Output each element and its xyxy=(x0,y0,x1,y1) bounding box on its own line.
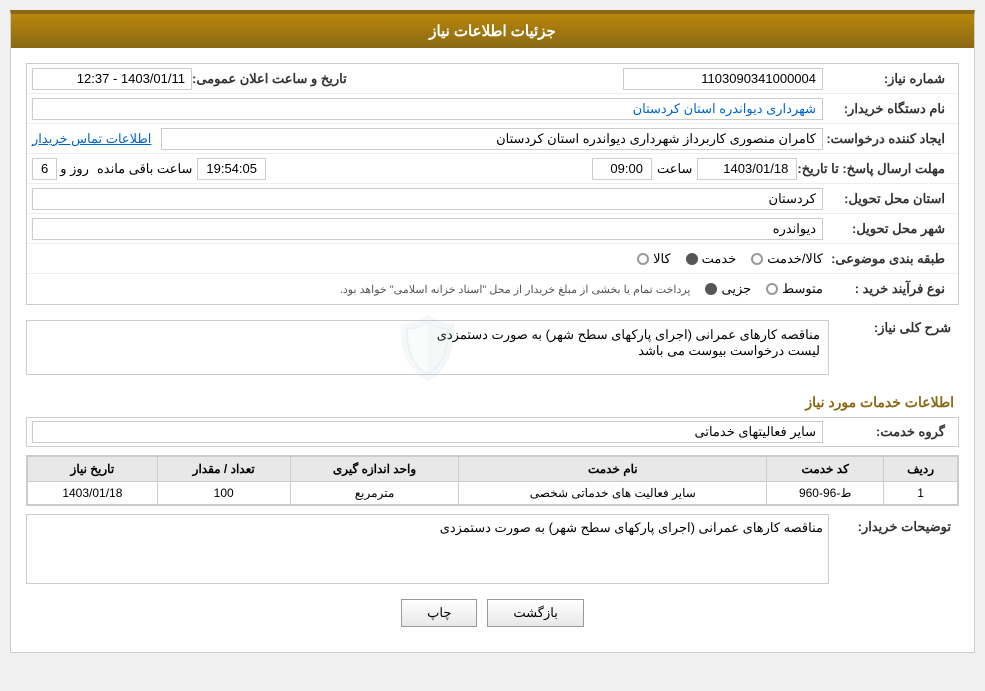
col-name-header: نام خدمت xyxy=(459,457,767,482)
process-label: نوع فرآیند خرید : xyxy=(823,281,953,297)
services-section-title: اطلاعات خدمات مورد نیاز xyxy=(26,388,959,417)
khadamat-label: خدمت xyxy=(702,251,737,267)
contact-link[interactable]: اطلاعات تماس خریدار xyxy=(32,131,151,147)
motawaset-radio[interactable] xyxy=(766,283,778,295)
button-row: بازگشت چاپ xyxy=(26,599,959,637)
row-category: طبقه بندی موضوعی: کالا/خدمت خدمت کالا xyxy=(27,244,958,274)
services-table-container: ردیف کد خدمت نام خدمت واحد اندازه گیری ت… xyxy=(26,455,959,506)
process-motawaset: متوسط xyxy=(766,281,823,297)
buyer-org-value: شهرداری دیواندره استان کردستان xyxy=(32,98,823,120)
table-header-row: ردیف کد خدمت نام خدمت واحد اندازه گیری ت… xyxy=(28,457,958,482)
process-jozi: جزیی xyxy=(705,281,751,297)
row-province: استان محل تحویل: کردستان xyxy=(27,184,958,214)
process-motawaset-label: متوسط xyxy=(782,281,823,297)
buyer-org-label: نام دستگاه خریدار: xyxy=(823,101,953,117)
kala-label: کالا xyxy=(653,251,671,267)
row-need-number: شماره نیاز: 1103090341000004 تاریخ و ساع… xyxy=(27,64,958,94)
cell-qty: 100 xyxy=(157,482,290,505)
page-wrapper: جزئیات اطلاعات نیاز شماره نیاز: 11030903… xyxy=(0,0,985,691)
need-desc-container: 🛡️ مناقصه کارهای عمرانی (اجرای پارکهای س… xyxy=(26,315,829,380)
province-label: استان محل تحویل: xyxy=(823,191,953,207)
main-card: جزئیات اطلاعات نیاز شماره نیاز: 11030903… xyxy=(10,10,975,653)
deadline-days: 6 xyxy=(32,158,57,180)
cell-unit: مترمربع xyxy=(290,482,459,505)
row-buyer-org: نام دستگاه خریدار: شهرداری دیواندره استا… xyxy=(27,94,958,124)
kala-radio[interactable] xyxy=(637,253,649,265)
kala-khadamat-radio[interactable] xyxy=(751,253,763,265)
process-radio-group: متوسط جزیی xyxy=(705,281,823,297)
table-row: 1ط-96-960سایر فعالیت های خدماتی شخصیمترم… xyxy=(28,482,958,505)
print-button[interactable]: چاپ xyxy=(401,599,477,627)
jozi-radio[interactable] xyxy=(705,283,717,295)
category-kala-khadamat: کالا/خدمت xyxy=(751,251,823,267)
card-body: شماره نیاز: 1103090341000004 تاریخ و ساع… xyxy=(11,48,974,652)
deadline-remaining: 19:54:05 xyxy=(197,158,266,180)
need-description-box: مناقصه کارهای عمرانی (اجرای پارکهای سطح … xyxy=(26,320,829,375)
province-value: کردستان xyxy=(32,188,823,210)
row-deadline: مهلت ارسال پاسخ: تا تاریخ: 1403/01/18 سا… xyxy=(27,154,958,184)
category-label: طبقه بندی موضوعی: xyxy=(823,251,953,267)
services-table: ردیف کد خدمت نام خدمت واحد اندازه گیری ت… xyxy=(27,456,958,505)
page-title: جزئیات اطلاعات نیاز xyxy=(429,23,556,40)
announce-date-value: 1403/01/11 - 12:37 xyxy=(32,68,192,90)
buyer-desc-row: توضیحات خریدار: مناقصه کارهای عمرانی (اج… xyxy=(26,514,959,584)
row-city: شهر محل تحویل: دیواندره xyxy=(27,214,958,244)
cell-code: ط-96-960 xyxy=(767,482,884,505)
city-label: شهر محل تحویل: xyxy=(823,221,953,237)
col-row-header: ردیف xyxy=(884,457,958,482)
category-radio-group: کالا/خدمت خدمت کالا xyxy=(637,251,823,267)
back-button[interactable]: بازگشت xyxy=(487,599,583,627)
city-value: دیواندره xyxy=(32,218,823,240)
announce-date-label: تاریخ و ساعت اعلان عمومی: xyxy=(192,71,355,87)
deadline-day-label: روز و xyxy=(57,161,92,177)
creator-value: کامران منصوری کاربرداز شهرداری دیواندره … xyxy=(161,128,823,150)
col-qty-header: تعداد / مقدار xyxy=(157,457,290,482)
top-info-section: شماره نیاز: 1103090341000004 تاریخ و ساع… xyxy=(26,63,959,305)
creator-label: ایجاد کننده درخواست: xyxy=(823,131,953,147)
deadline-time-label: ساعت xyxy=(652,161,697,177)
row-creator: ایجاد کننده درخواست: کامران منصوری کاربر… xyxy=(27,124,958,154)
deadline-time: 09:00 xyxy=(592,158,652,180)
deadline-label: مهلت ارسال پاسخ: تا تاریخ: xyxy=(797,161,953,177)
col-date-header: تاریخ نیاز xyxy=(28,457,158,482)
buyer-desc-box: مناقصه کارهای عمرانی (اجرای پارکهای سطح … xyxy=(26,514,829,584)
need-desc-row: شرح کلی نیاز: 🛡️ مناقصه کارهای عمرانی (ا… xyxy=(26,315,959,380)
need-description-text: مناقصه کارهای عمرانی (اجرای پارکهای سطح … xyxy=(35,327,820,359)
col-code-header: کد خدمت xyxy=(767,457,884,482)
card-header: جزئیات اطلاعات نیاز xyxy=(11,14,974,48)
cell-name: سایر فعالیت های خدماتی شخصی xyxy=(459,482,767,505)
buyer-desc-label: توضیحات خریدار: xyxy=(829,514,959,535)
col-unit-header: واحد اندازه گیری xyxy=(290,457,459,482)
row-service-group: گروه خدمت: سایر فعالیتهای خدماتی xyxy=(26,417,959,447)
service-group-value: سایر فعالیتهای خدماتی xyxy=(32,421,823,443)
deadline-date: 1403/01/18 xyxy=(697,158,797,180)
need-desc-label: شرح کلی نیاز: xyxy=(829,315,959,336)
need-number-value: 1103090341000004 xyxy=(623,68,823,90)
deadline-remaining-label: ساعت باقی مانده xyxy=(92,161,197,177)
category-kala: کالا xyxy=(637,251,671,267)
need-number-label: شماره نیاز: xyxy=(823,71,953,87)
row-process: نوع فرآیند خرید : متوسط جزیی پرداخت تمام… xyxy=(27,274,958,304)
cell-date: 1403/01/18 xyxy=(28,482,158,505)
buyer-desc-text: مناقصه کارهای عمرانی (اجرای پارکهای سطح … xyxy=(440,520,823,535)
service-group-label: گروه خدمت: xyxy=(823,424,953,440)
cell-row: 1 xyxy=(884,482,958,505)
process-note: پرداخت تمام یا بخشی از مبلغ خریدار از مح… xyxy=(32,283,705,296)
category-khadamat: خدمت xyxy=(686,251,737,267)
kala-khadamat-label: کالا/خدمت xyxy=(767,251,823,267)
process-jozi-label: جزیی xyxy=(721,281,751,297)
khadamat-radio[interactable] xyxy=(686,253,698,265)
